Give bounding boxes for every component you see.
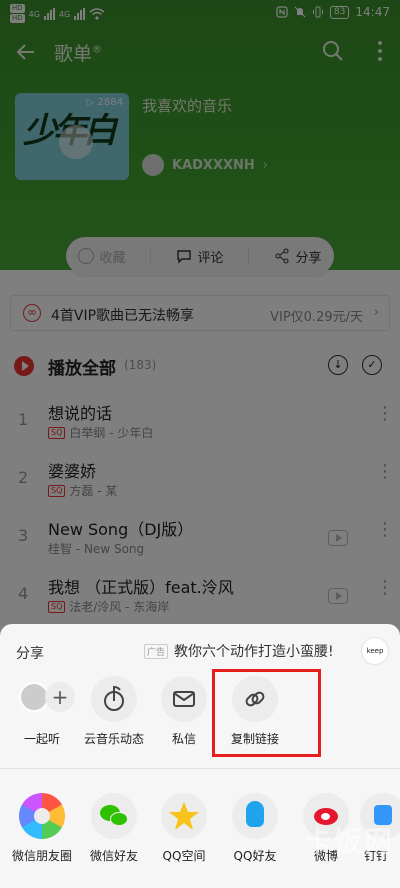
divider <box>0 768 400 769</box>
copy-link-highlight <box>212 669 321 757</box>
share-wechat-friend[interactable]: 微信好友 <box>74 793 154 864</box>
cloud-music-feed-button[interactable]: 云音乐动态 <box>74 676 154 747</box>
wechat-moments-icon <box>19 793 65 839</box>
share-sheet-title: 分享 <box>16 646 44 662</box>
listen-together-button[interactable]: + 一起听 <box>2 676 82 747</box>
cloud-music-feed-icon <box>91 676 137 722</box>
ad-banner-text[interactable]: 教你六个动作打造小蛮腰! <box>174 641 334 661</box>
qq-icon <box>232 793 278 839</box>
share-qzone[interactable]: QQ空间 <box>144 793 224 864</box>
ad-tag: 广告 <box>144 644 169 659</box>
qzone-icon <box>161 793 207 839</box>
keep-logo-icon[interactable]: keep <box>362 638 388 664</box>
watermark: 卡饭网 <box>303 825 394 858</box>
share-wechat-moments[interactable]: 微信朋友圈 <box>2 793 82 864</box>
wechat-icon <box>91 793 137 839</box>
mail-icon <box>161 676 207 722</box>
listen-together-icon: + <box>19 676 75 722</box>
share-qq-friend[interactable]: QQ好友 <box>215 793 295 864</box>
